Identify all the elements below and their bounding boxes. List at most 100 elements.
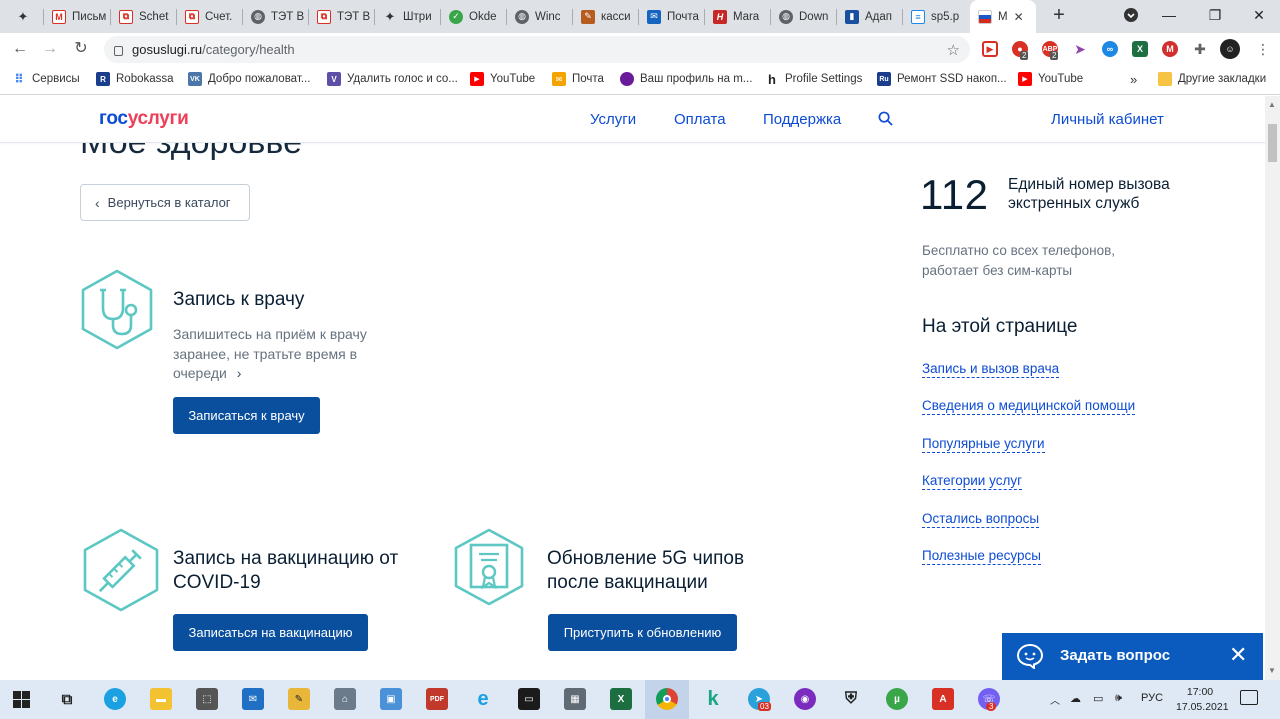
tab-4[interactable]: ◍ ТЭТ В: [243, 0, 309, 33]
bookmark-mail[interactable]: ✉ Почта: [552, 72, 604, 86]
store-icon[interactable]: ⬚: [196, 688, 218, 710]
scroll-up-arrow-icon[interactable]: ▲: [1268, 100, 1276, 109]
tab-11[interactable]: H Mara: [705, 0, 771, 33]
service-desc-doctor[interactable]: Запишитесь на приём к врачу заранее, не …: [173, 325, 388, 384]
gosuslugi-logo[interactable]: госуслуги: [99, 108, 189, 130]
edge-icon[interactable]: e: [104, 688, 126, 710]
notes-icon[interactable]: ✎: [288, 688, 310, 710]
tray-chevron-up-icon[interactable]: ︿: [1050, 692, 1060, 707]
tab-7[interactable]: ✓ Okde: [441, 0, 507, 33]
bookmark-ssd[interactable]: Ru Ремонт SSD накоп...: [877, 72, 1007, 86]
address-bar[interactable]: gosuslugi.ru/category/health ☆: [104, 36, 970, 63]
bookmark-voice[interactable]: V Удалить голос и со...: [327, 72, 458, 86]
screenshot-tool-icon[interactable]: ▣: [380, 688, 402, 710]
close-tab-icon[interactable]: ✕: [1014, 10, 1024, 24]
other-bookmarks-folder[interactable]: Другие закладки: [1158, 72, 1266, 86]
bookmarks-overflow-button[interactable]: »: [1130, 72, 1137, 87]
infinity-icon[interactable]: ∞: [1102, 41, 1118, 57]
windows-start-icon[interactable]: [13, 691, 30, 708]
shield-icon[interactable]: ⛨: [840, 688, 862, 710]
start-update-button[interactable]: Приступить к обновлению: [548, 614, 737, 651]
extension-icon[interactable]: ▶: [982, 41, 998, 57]
nav-services[interactable]: Услуги: [590, 111, 636, 128]
excel-icon[interactable]: X: [610, 688, 632, 710]
book-doctor-button[interactable]: Записаться к врачу: [173, 397, 320, 434]
close-window-button[interactable]: ✕: [1236, 0, 1280, 30]
back-to-catalog-button[interactable]: ‹ Вернуться в каталог: [80, 184, 250, 221]
menu-kebab-icon[interactable]: ⋮: [1252, 39, 1274, 59]
reload-icon[interactable]: ↻: [70, 39, 92, 59]
mail-icon[interactable]: ✉: [242, 688, 264, 710]
excel-ext-icon[interactable]: X: [1132, 41, 1148, 57]
clock[interactable]: 17:00 17.05.2021: [1176, 685, 1229, 715]
file-explorer-icon[interactable]: ▬: [150, 688, 172, 710]
tab-8[interactable]: ◍ Winc: [507, 0, 573, 33]
tab-0[interactable]: ✦: [8, 0, 44, 33]
calculator-icon[interactable]: ▦: [564, 688, 586, 710]
personal-cabinet-link[interactable]: Личный кабинет: [1051, 111, 1164, 128]
tab-6[interactable]: ✦ Штри: [375, 0, 441, 33]
book-vaccination-button[interactable]: Записаться на вакцинацию: [173, 614, 368, 651]
tab-title: М: [998, 10, 1008, 23]
tab-5[interactable]: ⧉ ТЭТ В: [309, 0, 375, 33]
restore-button[interactable]: ❐: [1192, 0, 1238, 30]
scrollbar-thumb[interactable]: [1268, 124, 1277, 162]
internet-explorer-icon[interactable]: e: [472, 688, 494, 710]
page-scrollbar[interactable]: ▲ ▼: [1265, 96, 1280, 680]
minimize-button[interactable]: —: [1146, 0, 1192, 30]
network-tool-icon[interactable]: ⌂: [334, 688, 356, 710]
utorrent-icon[interactable]: µ: [886, 688, 908, 710]
nav-payment[interactable]: Оплата: [674, 111, 726, 128]
bookmark-profile-m[interactable]: Ваш профиль на m...: [620, 72, 752, 86]
send-icon[interactable]: ➤: [1072, 41, 1088, 57]
tab-3[interactable]: ⧉ Счет.: [177, 0, 243, 33]
close-icon[interactable]: ✕: [1229, 642, 1247, 668]
bookmark-vk[interactable]: VK Добро пожаловат...: [188, 72, 310, 86]
anchor-link-doctor[interactable]: Запись и вызов врача: [922, 361, 1060, 378]
tab-active[interactable]: М ✕: [970, 0, 1036, 33]
bookmark-profile-settings[interactable]: h Profile Settings: [765, 72, 862, 87]
service-desc-text: Запишитесь на приём к врачу заранее, не …: [173, 326, 367, 381]
bookmark-youtube-2[interactable]: ▶ YouTube: [1018, 72, 1083, 86]
language-indicator[interactable]: РУС: [1141, 692, 1163, 704]
anchor-link-medical-info[interactable]: Сведения о медицинской помощи: [922, 398, 1136, 415]
tab-10[interactable]: ✉ Почта: [639, 0, 705, 33]
mega-icon[interactable]: M: [1162, 41, 1178, 57]
podcast-icon[interactable]: ◉: [794, 688, 816, 710]
avatar[interactable]: ☺: [1220, 39, 1240, 59]
emergency-note: Бесплатно со всех телефонов, работает бе…: [922, 243, 1116, 278]
anchor-link-categories[interactable]: Категории услуг: [922, 473, 1022, 490]
tab-12[interactable]: ◍ Down: [771, 0, 837, 33]
volume-icon[interactable]: 🕪: [1115, 692, 1122, 705]
chrome-icon[interactable]: [656, 688, 678, 710]
search-icon[interactable]: [878, 111, 893, 126]
anchor-link-popular[interactable]: Популярные услуги: [922, 436, 1045, 453]
bookmark-robokassa[interactable]: R Robokassa: [96, 72, 174, 86]
forward-arrow-icon[interactable]: →: [39, 39, 61, 59]
tab-13[interactable]: ▮ Адап: [837, 0, 903, 33]
task-view-icon[interactable]: ⧉: [56, 688, 78, 710]
nav-support[interactable]: Поддержка: [763, 111, 841, 128]
pdf-app-icon[interactable]: PDF: [426, 688, 448, 710]
back-arrow-icon[interactable]: ←: [9, 39, 31, 59]
tab-14[interactable]: ≡ sp5.p: [903, 0, 969, 33]
k-app-icon[interactable]: k: [702, 688, 724, 710]
acrobat-icon[interactable]: A: [932, 688, 954, 710]
tab-2[interactable]: ⧉ Schet: [111, 0, 177, 33]
puzzle-icon[interactable]: ✚: [1192, 41, 1208, 57]
bookmark-youtube[interactable]: ▶ YouTube: [470, 72, 535, 86]
service-title-doctor: Запись к врачу: [173, 289, 305, 310]
bookmark-apps[interactable]: ⠿ Сервисы: [12, 72, 79, 86]
new-tab-button[interactable]: +: [1048, 4, 1070, 27]
anchor-link-resources[interactable]: Полезные ресурсы: [922, 548, 1041, 565]
tab-1[interactable]: M Письм: [44, 0, 111, 33]
terminal-icon[interactable]: ▭: [518, 688, 540, 710]
anchor-link-questions[interactable]: Остались вопросы: [922, 511, 1040, 528]
notifications-icon[interactable]: [1240, 690, 1258, 705]
scroll-down-arrow-icon[interactable]: ▼: [1268, 666, 1276, 675]
ask-question-widget[interactable]: Задать вопрос ✕: [1002, 633, 1263, 680]
onedrive-cloud-icon[interactable]: ☁: [1070, 692, 1081, 705]
tab-9[interactable]: ✎ касси: [573, 0, 639, 33]
network-icon[interactable]: ▭: [1093, 692, 1103, 705]
bookmark-star-icon[interactable]: ☆: [947, 41, 960, 59]
